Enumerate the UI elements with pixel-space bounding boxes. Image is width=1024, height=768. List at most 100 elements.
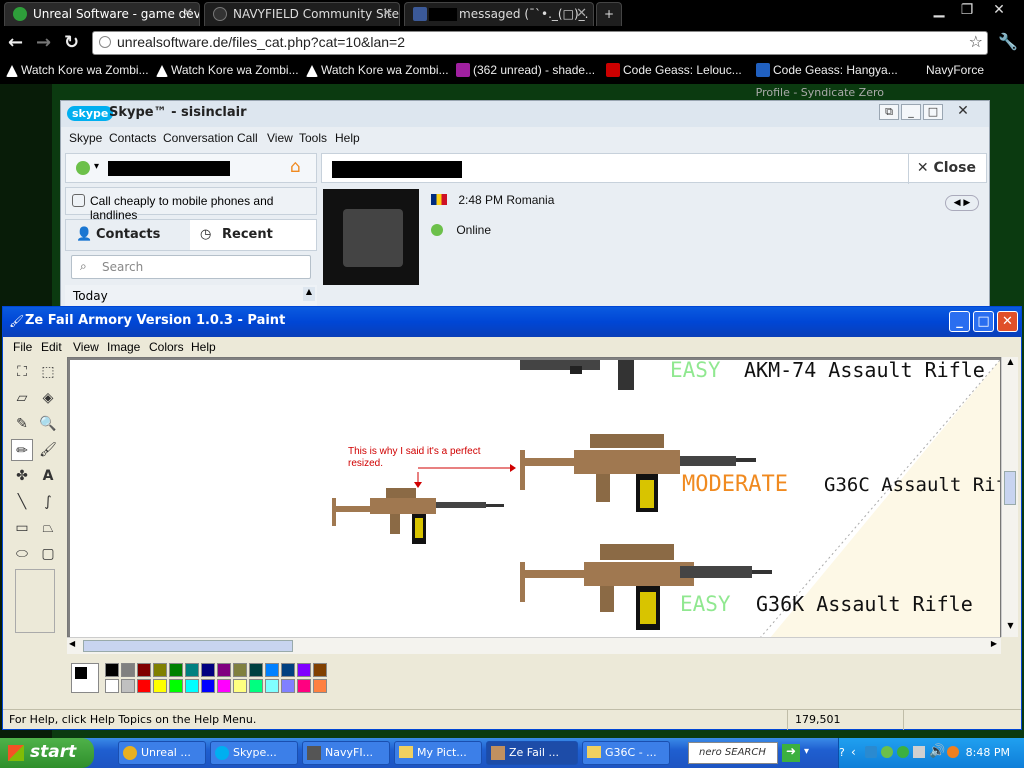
scroll-up-icon[interactable]: ▲ xyxy=(303,287,315,301)
volume-icon[interactable]: 🔊 xyxy=(929,744,945,759)
search-input[interactable]: ⌕ Search xyxy=(71,255,311,279)
new-tab-button[interactable]: + xyxy=(596,2,622,26)
close-window-icon[interactable]: ✕ xyxy=(988,2,1010,18)
line-icon[interactable]: ╲ xyxy=(11,491,33,513)
skype-tray-icon[interactable] xyxy=(881,746,893,758)
bookmark-item[interactable]: (362 unread) - shade... xyxy=(456,63,595,77)
tray-app-icon[interactable] xyxy=(947,746,959,758)
scroll-down-icon[interactable]: ▼ xyxy=(1003,621,1018,636)
palette-swatch[interactable] xyxy=(233,663,247,677)
scroll-up-icon[interactable]: ▲ xyxy=(1003,357,1018,372)
eraser-icon[interactable]: ▱ xyxy=(11,387,33,409)
maximize-icon[interactable]: □ xyxy=(923,104,943,120)
menu-view[interactable]: View xyxy=(73,340,99,354)
taskbar-item-g36c-folder[interactable]: G36C - ... xyxy=(582,741,670,765)
help-icon[interactable]: ? xyxy=(839,746,845,759)
network-icon[interactable] xyxy=(913,746,925,758)
fill-icon[interactable]: ◈ xyxy=(37,387,59,409)
pencil-icon[interactable]: ✏ xyxy=(11,439,33,461)
minimize-icon[interactable]: ▁ xyxy=(928,2,950,18)
reload-icon[interactable]: ↻ xyxy=(64,32,79,53)
palette-swatch[interactable] xyxy=(121,679,135,693)
palette-swatch[interactable] xyxy=(185,679,199,693)
taskbar-item-chrome[interactable]: Unreal ... xyxy=(118,741,206,765)
color-picker-icon[interactable]: ✎ xyxy=(11,413,33,435)
tray-app-icon[interactable] xyxy=(865,746,877,758)
call-cheap-banner[interactable]: Call cheaply to mobile phones and landli… xyxy=(65,187,317,222)
palette-swatch[interactable] xyxy=(281,663,295,677)
menu-conversation[interactable]: Conversation xyxy=(163,131,234,145)
close-icon[interactable]: ✕ xyxy=(576,3,587,25)
menu-help[interactable]: Help xyxy=(191,340,216,354)
palette-swatch[interactable] xyxy=(153,663,167,677)
ellipse-icon[interactable]: ⬭ xyxy=(11,543,33,565)
rounded-rect-icon[interactable]: ▢ xyxy=(37,543,59,565)
palette-swatch[interactable] xyxy=(217,663,231,677)
tab-facebook[interactable]: messaged (¯`•._(□)_. ✕ xyxy=(404,2,594,26)
horizontal-scrollbar[interactable]: ◀ ▶ xyxy=(67,637,1001,654)
close-button[interactable]: ✕ xyxy=(997,311,1018,332)
palette-swatch[interactable] xyxy=(265,663,279,677)
text-icon[interactable]: A xyxy=(37,465,59,487)
tray-app-icon[interactable] xyxy=(897,746,909,758)
palette-swatch[interactable] xyxy=(201,663,215,677)
magnifier-icon[interactable]: 🔍 xyxy=(37,413,59,435)
palette-swatch[interactable] xyxy=(281,679,295,693)
scroll-thumb[interactable] xyxy=(83,640,293,652)
online-status-icon[interactable] xyxy=(76,161,90,175)
vertical-scrollbar[interactable]: ▲ ▼ xyxy=(1001,357,1018,637)
taskbar-item-navyfield[interactable]: NavyFI... xyxy=(302,741,390,765)
bookmark-item[interactable]: Watch Kore wa Zombi... xyxy=(6,63,149,77)
rect-select-icon[interactable]: ⬚ xyxy=(37,361,59,383)
palette-swatch[interactable] xyxy=(105,679,119,693)
airbrush-icon[interactable]: ✤ xyxy=(11,465,33,487)
menu-edit[interactable]: Edit xyxy=(41,340,62,354)
palette-swatch[interactable] xyxy=(185,663,199,677)
close-conversation-button[interactable]: ✕ Close xyxy=(917,160,976,176)
chevron-down-icon[interactable]: ▾ xyxy=(804,746,809,757)
restore-icon[interactable]: ⧉ xyxy=(879,104,899,120)
drawing-canvas[interactable]: This is why I said it's a perfect resize… xyxy=(70,360,1000,638)
start-button[interactable]: start xyxy=(0,738,94,768)
foreground-color[interactable] xyxy=(75,667,87,679)
menu-help[interactable]: Help xyxy=(335,131,360,145)
tool-options[interactable] xyxy=(15,569,55,633)
tab-contacts[interactable]: 👤 Contacts xyxy=(66,220,190,250)
menu-contacts[interactable]: Contacts xyxy=(109,131,156,145)
menu-image[interactable]: Image xyxy=(107,340,140,354)
free-select-icon[interactable]: ⛶ xyxy=(11,361,33,383)
palette-swatch[interactable] xyxy=(169,679,183,693)
menu-file[interactable]: File xyxy=(13,340,32,354)
go-arrow-icon[interactable]: ➜ xyxy=(782,744,800,762)
my-status-bar[interactable]: ▾ ⌂ xyxy=(65,153,317,183)
bookmark-star-icon[interactable]: ☆ xyxy=(969,32,983,51)
tab-unreal-software[interactable]: Unreal Software - game dev a ✕ xyxy=(4,2,200,26)
minimize-button[interactable]: _ xyxy=(949,311,970,332)
polygon-icon[interactable]: ⏢ xyxy=(37,517,59,539)
forward-icon[interactable]: → xyxy=(36,32,51,53)
restore-icon[interactable]: ❐ xyxy=(956,2,978,18)
menu-view[interactable]: View xyxy=(267,131,293,145)
chevron-down-icon[interactable]: ▾ xyxy=(94,161,99,172)
bookmark-item[interactable]: Watch Kore wa Zombi... xyxy=(156,63,299,77)
menu-tools[interactable]: Tools xyxy=(299,131,327,145)
collapse-tray-icon[interactable]: ‹ xyxy=(851,745,856,759)
palette-swatch[interactable] xyxy=(153,679,167,693)
profile-link[interactable]: Profile - Syndicate Zero xyxy=(756,86,884,99)
palette-swatch[interactable] xyxy=(297,663,311,677)
bookmark-item[interactable]: NavyForce xyxy=(926,63,984,77)
palette-swatch[interactable] xyxy=(265,679,279,693)
taskbar-item-paint[interactable]: Ze Fail ... xyxy=(486,741,578,765)
nero-search-box[interactable]: nero SEARCH xyxy=(688,742,778,764)
palette-swatch[interactable] xyxy=(313,663,327,677)
menu-call[interactable]: Call xyxy=(237,131,258,145)
bookmark-item[interactable]: Watch Kore wa Zombi... xyxy=(306,63,449,77)
home-icon[interactable]: ⌂ xyxy=(290,157,301,177)
palette-swatch[interactable] xyxy=(137,663,151,677)
bookmark-item[interactable]: Code Geass: Hangya... xyxy=(756,63,898,77)
palette-swatch[interactable] xyxy=(249,679,263,693)
rectangle-icon[interactable]: ▭ xyxy=(11,517,33,539)
curve-icon[interactable]: ∫ xyxy=(37,491,59,513)
close-icon[interactable]: ✕ xyxy=(953,104,973,120)
palette-swatch[interactable] xyxy=(233,679,247,693)
